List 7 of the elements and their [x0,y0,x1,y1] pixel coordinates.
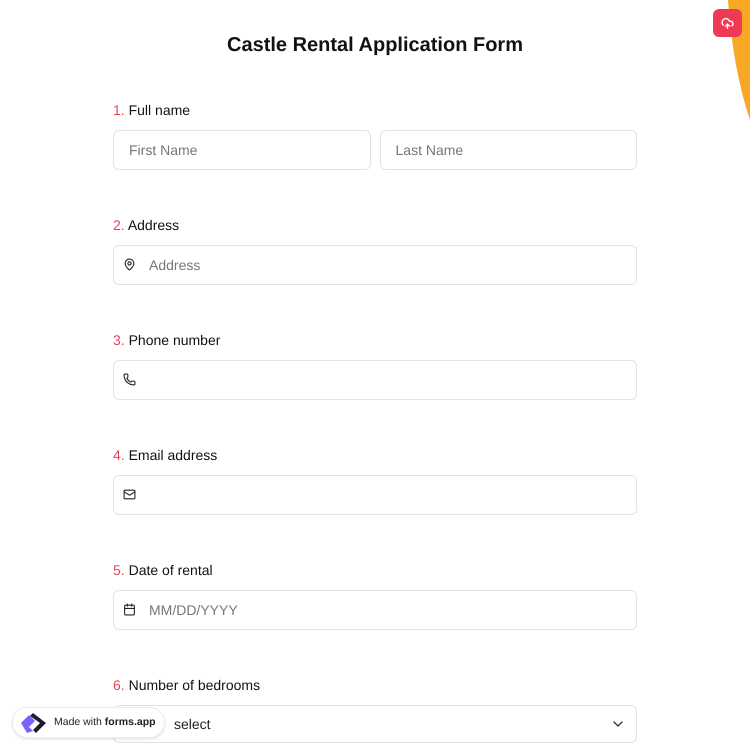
question-label: 5. Date of rental [113,561,214,580]
form-title: Castle Rental Application Form [227,33,523,58]
question-label: 1. Full name [113,101,192,120]
question-label: 4. Email address [113,446,218,465]
question-label: 6. Number of bedrooms [113,676,262,695]
question-label: 2. Address [113,216,180,235]
question-label: 3. Phone number [113,331,222,350]
